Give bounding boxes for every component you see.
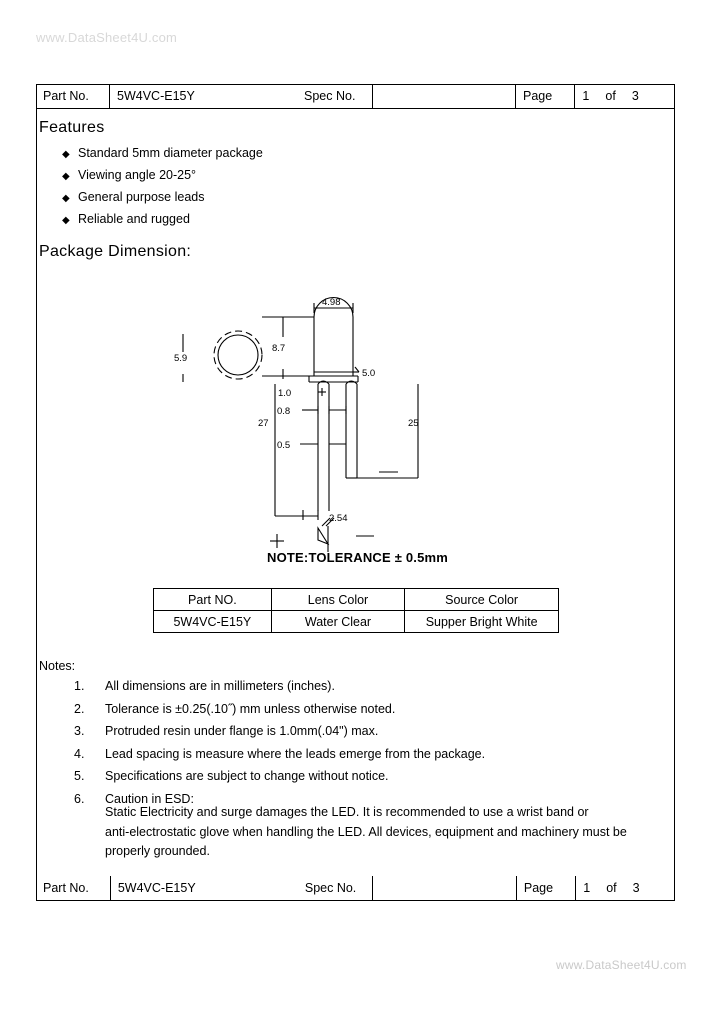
note-text: Tolerance is ±0.25(.10˝) mm unless other… <box>105 701 396 716</box>
column-header-part-no: Part NO. <box>153 588 272 611</box>
esd-paragraph-line: anti-electrostatic glove when handling t… <box>105 824 627 839</box>
dim-flange-thickness: 1.0 <box>278 388 291 399</box>
footer-page-total: 3 <box>632 881 640 895</box>
header-page-total: 3 <box>631 89 639 103</box>
footer-part-no-label: Part No. <box>43 881 89 895</box>
esd-paragraph-line: Static Electricity and surge damages the… <box>105 805 589 819</box>
diamond-bullet-icon: ◆ <box>62 215 70 226</box>
dim-total-height: 8.7 <box>272 343 285 354</box>
note-number: 5. <box>74 769 85 783</box>
header-page-of: of <box>605 89 616 103</box>
note-number: 3. <box>74 724 85 738</box>
package-dimension-drawing: 5.9 4.98 8.7 5.0 1.0 0.8 0.5 2.54 27 25 <box>150 296 570 574</box>
note-item: 4. Lead spacing is measure where the lea… <box>74 747 664 761</box>
feature-item: ◆ Reliable and rugged <box>62 212 482 234</box>
features-title: Features <box>39 119 105 136</box>
diamond-bullet-icon: ◆ <box>62 149 70 160</box>
dim-top-view-diameter: 5.9 <box>174 353 187 364</box>
footer-spec-no-label: Spec No. <box>304 881 357 895</box>
note-text: Specifications are subject to change wit… <box>105 769 389 783</box>
part-color-table: Part NO. Lens Color Source Color 5W4VC-E… <box>153 588 559 633</box>
header-table: Part No. 5W4VC-E15Y Spec No. Page 1 of 3 <box>36 84 675 109</box>
diamond-bullet-icon: ◆ <box>62 193 70 204</box>
diamond-bullet-icon: ◆ <box>62 171 70 182</box>
header-page-current: 1 <box>582 89 590 103</box>
watermark-bottom: www.DataSheet4U.com <box>556 958 687 972</box>
dim-lens-height: 5.0 <box>362 368 375 379</box>
column-header-source-color: Source Color <box>404 588 559 611</box>
note-text: Protruded resin under flange is 1.0mm(.0… <box>105 724 379 738</box>
feature-item-label: Reliable and rugged <box>78 212 190 226</box>
note-number: 6. <box>74 791 85 806</box>
note-number: 4. <box>74 746 85 761</box>
cell-lens-color: Water Clear <box>270 610 406 633</box>
dim-lead-width: 0.5 <box>277 440 290 451</box>
notes-title: Notes: <box>39 659 76 673</box>
feature-item: ◆ General purpose leads <box>62 190 482 212</box>
header-part-no-value: 5W4VC-E15Y <box>117 89 195 103</box>
footer-page-of: of <box>606 881 617 895</box>
note-number: 1. <box>74 679 85 693</box>
footer-page-current: 1 <box>583 881 591 895</box>
note-text: All dimensions are in millimeters (inche… <box>105 679 335 693</box>
note-number: 2. <box>74 701 85 716</box>
cell-part-no: 5W4VC-E15Y <box>153 610 272 633</box>
footer-page-numbers: 1 of 3 <box>575 876 675 900</box>
watermark-top: www.DataSheet4U.com <box>36 30 178 45</box>
features-list: ◆ Standard 5mm diameter package ◆ Viewin… <box>62 146 482 234</box>
note-item: 2. Tolerance is ±0.25(.10˝) mm unless ot… <box>74 702 664 716</box>
feature-item-label: Viewing angle 20-25° <box>78 168 197 182</box>
dim-lead-pitch: 2.54 <box>329 513 348 524</box>
footer-table: Part No. 5W4VC-E15Y Spec No. Page 1 of 3 <box>36 876 675 900</box>
header-page-numbers: 1 of 3 <box>575 84 675 108</box>
header-spec-no-label: Spec No. <box>304 89 356 103</box>
note-item: 1. All dimensions are in millimeters (in… <box>74 679 664 693</box>
footer-spec-no-value <box>372 876 515 900</box>
feature-item-label: General purpose leads <box>78 190 205 204</box>
package-dimension-title: Package Dimension: <box>39 243 192 260</box>
footer-part-no-value: 5W4VC-E15Y <box>117 881 196 895</box>
feature-item-label: Standard 5mm diameter package <box>78 146 263 160</box>
table-row: 5W4VC-E15Y Water Clear Supper Bright Whi… <box>153 610 559 633</box>
dim-flange-step: 0.8 <box>277 406 290 417</box>
note-item: 3. Protruded resin under flange is 1.0mm… <box>74 724 664 738</box>
column-header-lens-color: Lens Color <box>270 588 406 611</box>
esd-paragraph-line: properly grounded. <box>105 844 210 858</box>
note-item: 5. Specifications are subject to change … <box>74 769 664 783</box>
dim-lens-diameter: 4.98 <box>322 297 341 308</box>
footer-page-label: Page <box>515 876 575 900</box>
feature-item: ◆ Standard 5mm diameter package <box>62 146 482 168</box>
esd-paragraph: Static Electricity and surge damages the… <box>105 803 665 862</box>
header-part-no-cell: 5W4VC-E15Y Spec No. <box>110 84 373 108</box>
header-page-label: Page <box>516 84 576 108</box>
feature-item: ◆ Viewing angle 20-25° <box>62 168 482 190</box>
cell-source-color: Supper Bright White <box>404 610 559 633</box>
table-header-row: Part NO. Lens Color Source Color <box>153 588 559 611</box>
dim-anode-lead-length: 27 <box>258 418 269 429</box>
footer-part-no-cell: 5W4VC-E15Y Spec No. <box>109 876 373 900</box>
tolerance-note: NOTE:TOLERANCE ± 0.5mm <box>267 550 449 565</box>
dim-cathode-lead-length: 25 <box>408 418 419 429</box>
note-text: Lead spacing is measure where the leads … <box>105 746 486 761</box>
header-part-no-label: Part No. <box>36 84 110 108</box>
notes-list: 1. All dimensions are in millimeters (in… <box>74 679 664 806</box>
header-spec-no-value <box>373 84 516 108</box>
